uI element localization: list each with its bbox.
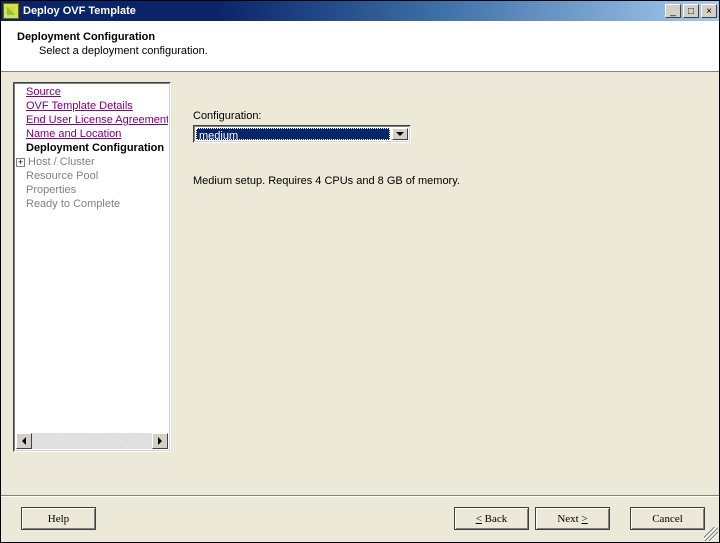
- wizard-step-label[interactable]: OVF Template Details: [26, 100, 133, 112]
- resize-grip-icon[interactable]: [704, 527, 718, 541]
- wizard-step-properties: Properties: [16, 183, 168, 197]
- configuration-dropdown[interactable]: medium: [193, 125, 411, 143]
- wizard-step-label[interactable]: Source: [26, 86, 61, 98]
- chevron-down-icon: [396, 132, 404, 136]
- close-button[interactable]: ×: [701, 4, 717, 18]
- wizard-step-label[interactable]: End User License Agreement: [26, 114, 168, 126]
- scroll-left-button[interactable]: [16, 433, 32, 449]
- deploy-ovf-window: Deploy OVF Template _ □ × Deployment Con…: [0, 0, 720, 543]
- wizard-step-label: Resource Pool: [26, 170, 98, 182]
- sidebar-scrollbar[interactable]: [16, 433, 168, 449]
- expand-icon[interactable]: +: [16, 158, 25, 167]
- scroll-right-button[interactable]: [152, 433, 168, 449]
- app-icon: [3, 3, 19, 19]
- back-button[interactable]: < Back: [454, 507, 529, 530]
- wizard-step-resource-pool: Resource Pool: [16, 169, 168, 183]
- window-title: Deploy OVF Template: [23, 5, 663, 17]
- next-button[interactable]: Next >: [535, 507, 610, 530]
- wizard-step-host-cluster: +Host / Cluster: [16, 155, 168, 169]
- wizard-step-label: Host / Cluster: [28, 156, 95, 168]
- wizard-step-ready-to-complete: Ready to Complete: [16, 197, 168, 211]
- wizard-step-name-and-location[interactable]: Name and Location: [16, 127, 168, 141]
- wizard-step-label: Ready to Complete: [26, 198, 120, 210]
- configuration-value: medium: [196, 128, 390, 140]
- wizard-step-source[interactable]: Source: [16, 85, 168, 99]
- wizard-step-label[interactable]: Name and Location: [26, 128, 121, 140]
- configuration-description: Medium setup. Requires 4 CPUs and 8 GB o…: [193, 175, 697, 187]
- cancel-button[interactable]: Cancel: [630, 507, 705, 530]
- titlebar: Deploy OVF Template _ □ ×: [1, 1, 719, 21]
- wizard-step-end-user-license-agreement[interactable]: End User License Agreement: [16, 113, 168, 127]
- dropdown-arrow-button[interactable]: [392, 128, 408, 140]
- wizard-step-label: Properties: [26, 184, 76, 196]
- wizard-steps-sidebar: Source OVF Template Details End User Licen…: [13, 82, 171, 452]
- wizard-step-ovf-template-details[interactable]: OVF Template Details: [16, 99, 168, 113]
- configuration-label: Configuration:: [193, 110, 697, 122]
- wizard-step-label: Deployment Configuration: [26, 142, 164, 154]
- wizard-header: Deployment Configuration Select a deploy…: [1, 21, 719, 72]
- wizard-step-deployment-configuration: Deployment Configuration: [16, 141, 168, 155]
- scroll-track[interactable]: [32, 433, 152, 449]
- minimize-button[interactable]: _: [665, 4, 681, 18]
- wizard-footer: Help < Back Next > Cancel: [1, 496, 719, 542]
- help-button[interactable]: Help: [21, 507, 96, 530]
- page-title: Deployment Configuration: [17, 31, 703, 43]
- page-subtitle: Select a deployment configuration.: [39, 45, 703, 57]
- wizard-content: Configuration: medium Medium setup. Requ…: [181, 82, 707, 496]
- maximize-button[interactable]: □: [683, 4, 699, 18]
